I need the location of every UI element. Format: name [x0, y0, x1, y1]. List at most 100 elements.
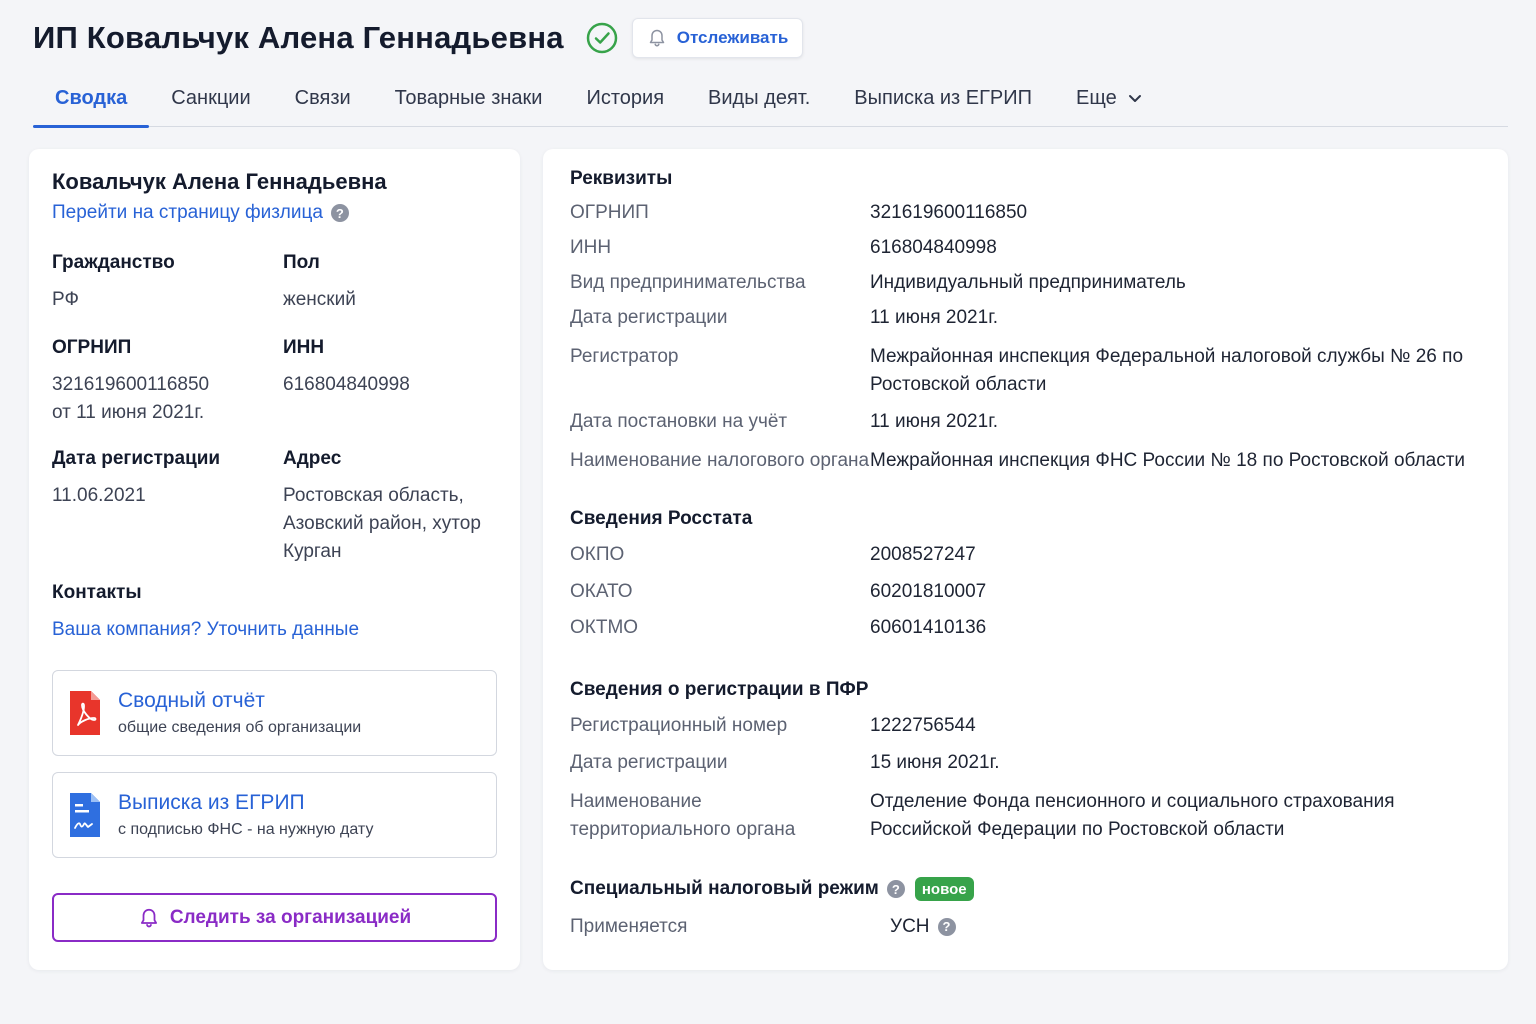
detail-value: 15 июня 2021г. — [870, 752, 1000, 773]
contacts-title: Контакты — [52, 582, 142, 603]
egrip-extract-text: Выписка из ЕГРИП с подписью ФНС - на нуж… — [118, 791, 373, 839]
detail-value: УСН — [890, 916, 930, 937]
detail-value: 60601410136 — [870, 617, 987, 638]
detail-key: ОКПО — [570, 544, 625, 565]
tab-more-label: Еще — [1076, 86, 1117, 109]
detail-key: Дата регистрации — [570, 307, 728, 328]
tab-egrip-extract[interactable]: Выписка из ЕГРИП — [832, 70, 1054, 126]
help-icon[interactable]: ? — [330, 204, 349, 222]
detail-value: 11 июня 2021г. — [870, 411, 999, 432]
address-field: Адрес Ростовская область, Азовский район… — [283, 448, 493, 566]
detail-row: Вид предпринимательства Индивидуальный п… — [570, 269, 1490, 297]
tab-trademarks[interactable]: Товарные знаки — [373, 70, 565, 126]
requisites-title: Реквизиты — [570, 168, 673, 189]
document-icon — [68, 791, 102, 839]
check-circle-icon — [586, 22, 618, 54]
owner-card: Ковальчук Алена Геннадьевна Перейти на с… — [29, 149, 520, 970]
address-label: Адрес — [283, 448, 342, 469]
tab-history[interactable]: История — [564, 70, 686, 126]
chevron-down-icon — [1127, 90, 1143, 106]
gender-label: Пол — [283, 252, 320, 273]
inn-field: ИНН 616804840998 — [283, 337, 410, 399]
detail-key: ИНН — [570, 237, 612, 258]
address-value: Ростовская область, Азовский район, хуто… — [283, 485, 481, 562]
page-header: ИП Ковальчук Алена Геннадьевна Отслежива… — [33, 16, 804, 60]
detail-row: ОГРНИП 321619600116850 — [570, 199, 1490, 227]
regdate-field: Дата регистрации 11.06.2021 — [52, 448, 220, 510]
bell-icon — [647, 28, 667, 48]
egrip-extract-subtitle: с подписью ФНС - на нужную дату — [118, 821, 374, 838]
summary-report-subtitle: общие сведения об организации — [118, 719, 362, 736]
detail-value: Отделение Фонда пенсионного и социальног… — [870, 791, 1395, 840]
detail-key: ОГРНИП — [570, 202, 649, 223]
bell-icon — [138, 907, 160, 929]
detail-row: ИНН 616804840998 — [570, 234, 1490, 262]
detail-row: ОКПО 2008527247 — [570, 541, 1490, 569]
detail-key: Регистрационный номер — [570, 715, 788, 736]
ogrnip-value: 321619600116850 — [52, 374, 210, 395]
pdf-icon — [68, 689, 102, 737]
detail-value: 11 июня 2021г. — [870, 307, 999, 328]
egrip-extract-title: Выписка из ЕГРИП — [118, 791, 305, 814]
detail-row: Наименование налогового органа Межрайонн… — [570, 447, 1490, 475]
detail-value: 1222756544 — [870, 715, 976, 736]
rosstat-title: Сведения Росстата — [570, 508, 753, 529]
person-page-link-row: Перейти на страницу физлица ? — [52, 202, 349, 224]
egrip-extract-button[interactable]: Выписка из ЕГРИП с подписью ФНС - на нуж… — [52, 772, 497, 858]
detail-row: Наименование территориального органа Отд… — [570, 788, 1490, 844]
tab-sanctions[interactable]: Санкции — [149, 70, 272, 126]
ogrnip-date: от 11 июня 2021г. — [52, 402, 205, 423]
detail-row: Дата регистрации 15 июня 2021г. — [570, 749, 1490, 777]
inn-label: ИНН — [283, 337, 325, 358]
person-page-link[interactable]: Перейти на страницу физлица — [52, 202, 323, 224]
owner-name: Ковальчук Алена Геннадьевна — [52, 169, 387, 194]
detail-key: Вид предпринимательства — [570, 272, 806, 293]
citizenship-field: Гражданство РФ — [52, 252, 175, 314]
tax-regime-title: Специальный налоговый режим — [570, 878, 879, 899]
detail-key: Регистратор — [570, 346, 679, 367]
tab-bar: Сводка Санкции Связи Товарные знаки Исто… — [33, 70, 1508, 128]
detail-value: 60201810007 — [870, 581, 987, 602]
tax-regime-header: Специальный налоговый режим ? новое — [570, 877, 974, 901]
follow-organization-label: Следить за организацией — [169, 906, 412, 928]
detail-row: Применяется УСН ? — [570, 913, 1490, 941]
regdate-value: 11.06.2021 — [52, 485, 146, 506]
detail-row: ОКТМО 60601410136 — [570, 614, 1490, 642]
tab-summary[interactable]: Сводка — [33, 70, 150, 128]
tab-activities[interactable]: Виды деят. — [686, 70, 832, 126]
help-icon[interactable]: ? — [886, 880, 905, 898]
tab-more[interactable]: Еще — [1054, 70, 1165, 126]
detail-row: Регистрационный номер 1222756544 — [570, 712, 1490, 740]
detail-key: Наименование налогового органа — [570, 450, 870, 471]
detail-value: 2008527247 — [870, 544, 976, 565]
regdate-label: Дата регистрации — [52, 448, 221, 469]
detail-key: ОКАТО — [570, 581, 633, 602]
detail-value: Межрайонная инспекция ФНС России № 18 по… — [870, 450, 1466, 471]
detail-key: Дата постановки на учёт — [570, 411, 788, 432]
detail-row: Дата постановки на учёт 11 июня 2021г. — [570, 408, 1490, 436]
summary-report-button[interactable]: Сводный отчёт общие сведения об организа… — [52, 670, 497, 756]
citizenship-value: РФ — [52, 289, 79, 310]
page-title: ИП Ковальчук Алена Геннадьевна — [33, 20, 564, 55]
detail-value: Индивидуальный предприниматель — [870, 272, 1186, 293]
contacts-link[interactable]: Ваша компания? Уточнить данные — [52, 619, 359, 641]
detail-value: 321619600116850 — [870, 202, 1028, 223]
track-button[interactable]: Отслеживать — [631, 18, 804, 58]
help-icon[interactable]: ? — [937, 918, 956, 936]
detail-key: Наименование территориального органа — [570, 791, 796, 840]
details-card: Реквизиты ОГРНИП 321619600116850 ИНН 616… — [543, 149, 1508, 970]
detail-value: Межрайонная инспекция Федеральной налого… — [870, 346, 1464, 395]
inn-value: 616804840998 — [283, 374, 410, 395]
summary-report-title: Сводный отчёт — [118, 689, 265, 712]
citizenship-label: Гражданство — [52, 252, 175, 273]
tab-links[interactable]: Связи — [273, 70, 373, 126]
detail-key: Дата регистрации — [570, 752, 728, 773]
detail-row: Регистратор Межрайонная инспекция Федера… — [570, 343, 1490, 399]
detail-value: 616804840998 — [870, 237, 997, 258]
tax-regime-value-cell: УСН ? — [890, 913, 1490, 941]
ogrnip-label: ОГРНИП — [52, 337, 132, 358]
follow-organization-button[interactable]: Следить за организацией — [52, 893, 497, 942]
detail-key: ОКТМО — [570, 617, 639, 638]
detail-key: Применяется — [570, 916, 688, 937]
track-button-label: Отслеживать — [676, 28, 789, 47]
